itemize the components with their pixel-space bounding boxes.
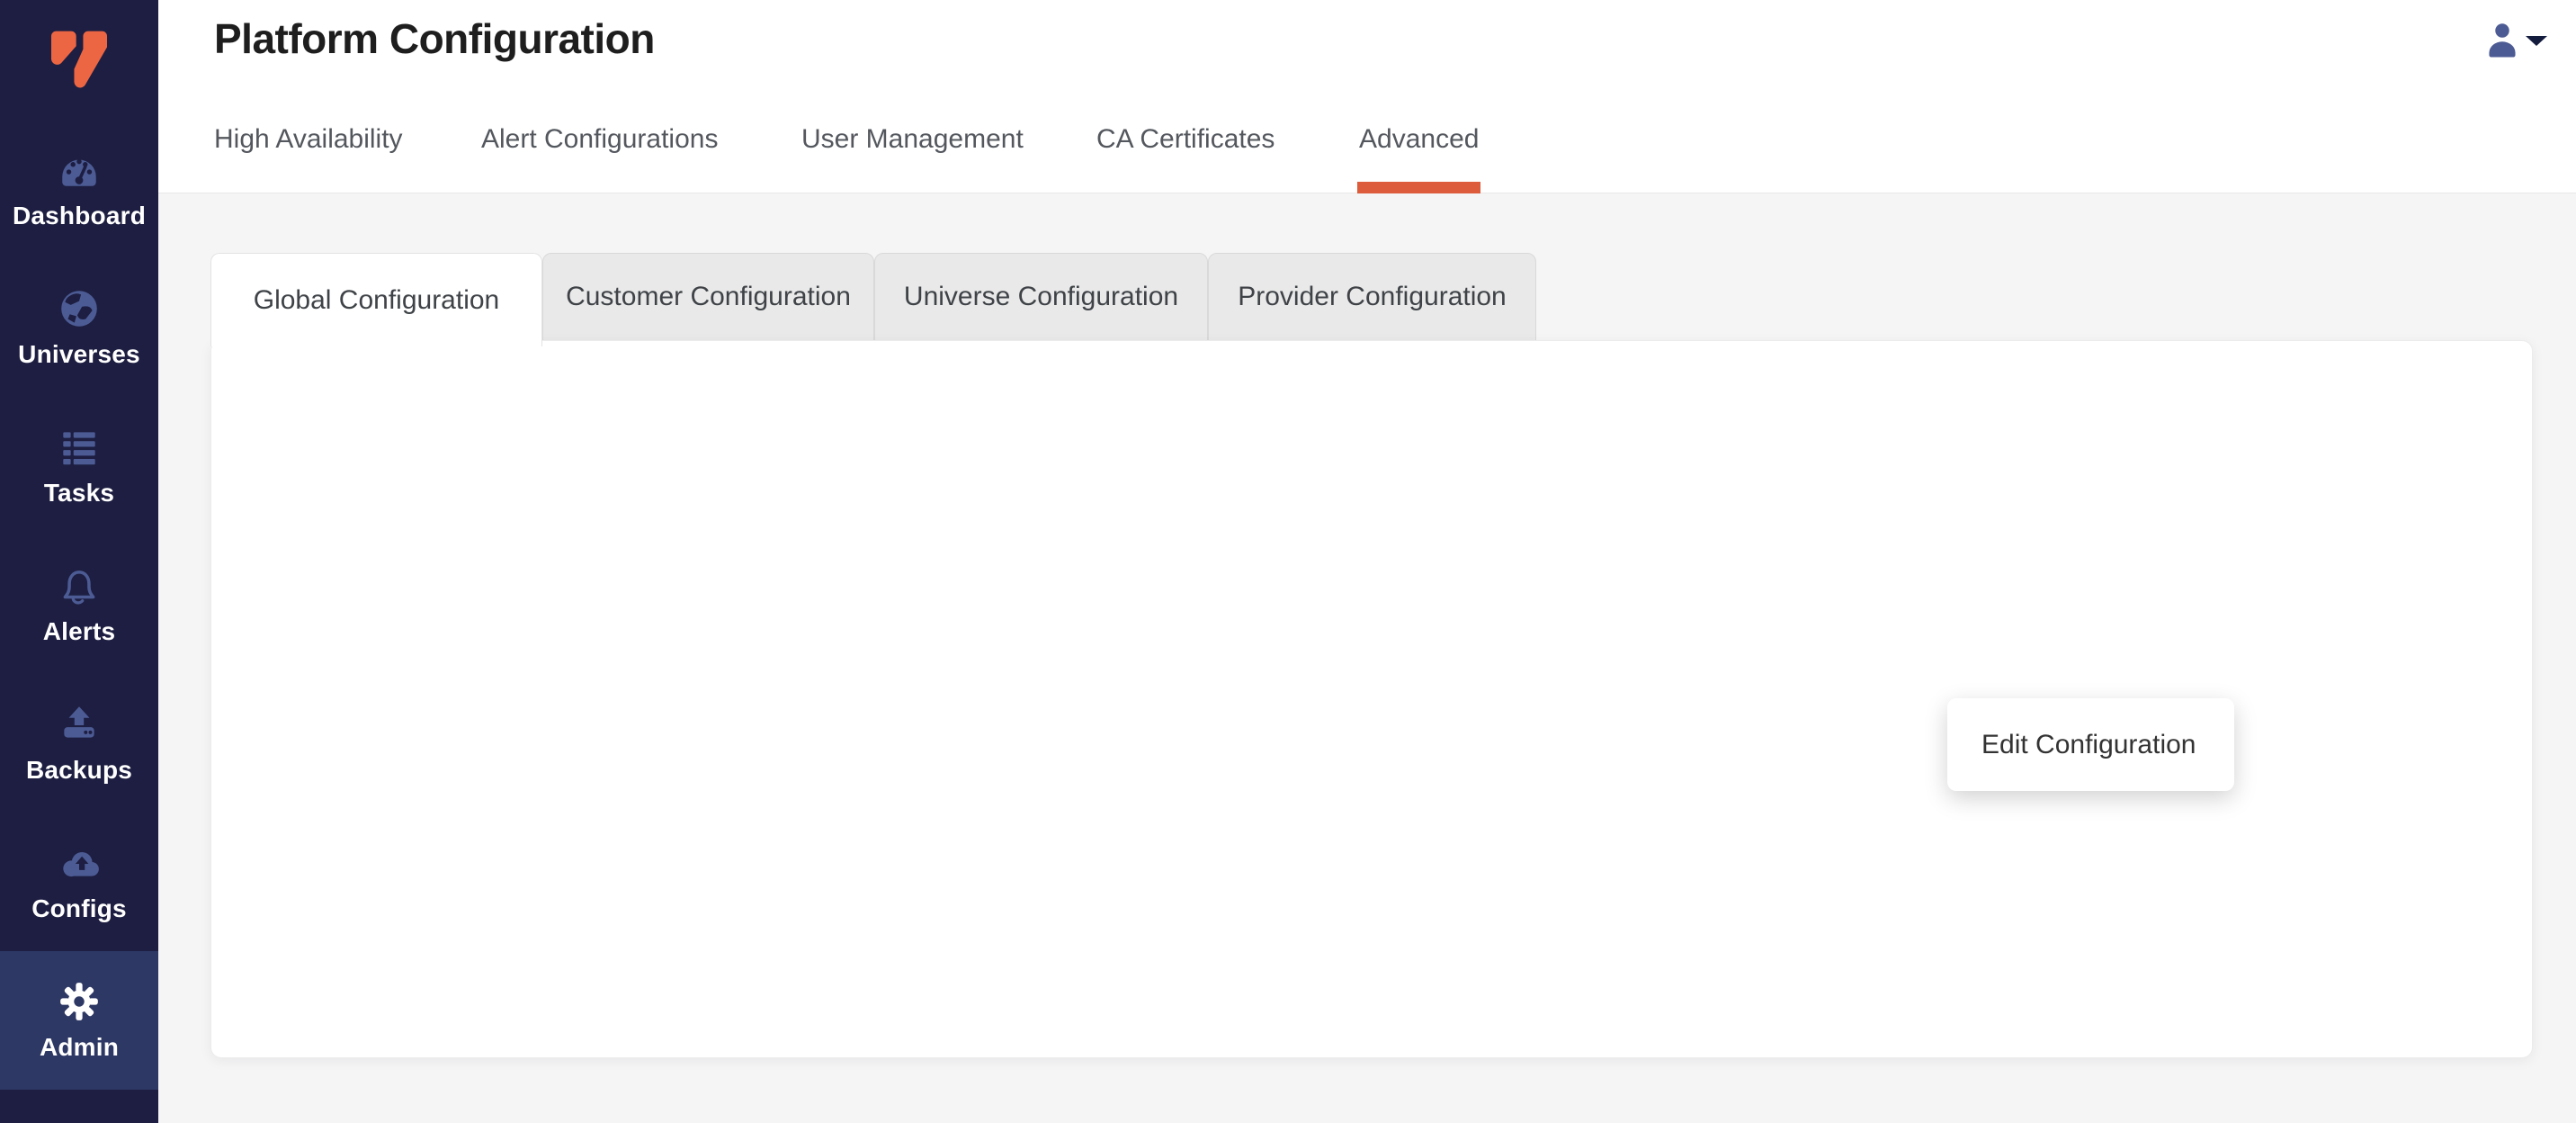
sidebar-item-label: Tasks	[44, 479, 114, 508]
sidebar-item-label: Backups	[26, 756, 132, 785]
tab-user-management[interactable]: User Management	[801, 124, 1024, 193]
user-menu-caret-icon	[2526, 36, 2547, 46]
sidebar-item-dashboard[interactable]: Dashboard	[0, 120, 158, 258]
tasks-list-icon	[57, 425, 102, 470]
tab-advanced[interactable]: Advanced	[1359, 124, 1479, 193]
yugabyte-logo[interactable]	[0, 13, 158, 112]
content-area: Global Configuration Customer Configurat…	[158, 194, 2576, 1123]
tab-customer-configuration[interactable]: Customer Configuration	[542, 253, 874, 341]
tab-ca-certificates[interactable]: CA Certificates	[1096, 124, 1275, 193]
sidebar-item-tasks[interactable]: Tasks	[0, 397, 158, 535]
sidebar-item-configs[interactable]: Configs	[0, 813, 158, 951]
alerts-bell-icon	[57, 563, 102, 608]
actions-dropdown-menu: Edit Configuration	[1947, 698, 2234, 791]
dashboard-gauge-icon	[57, 148, 102, 193]
sidebar-item-label: Alerts	[43, 617, 116, 646]
configs-cloud-upload-icon	[57, 840, 102, 885]
page-title: Platform Configuration	[214, 14, 655, 63]
top-header: Platform Configuration High Availability…	[158, 0, 2576, 193]
menu-item-edit-configuration[interactable]: Edit Configuration	[1947, 730, 2234, 760]
backups-upload-icon	[57, 702, 102, 747]
tab-alert-configurations[interactable]: Alert Configurations	[481, 124, 718, 193]
sidebar-item-label: Admin	[40, 1033, 119, 1062]
user-avatar-icon	[2484, 20, 2520, 59]
sidebar-item-label: Dashboard	[13, 202, 146, 230]
user-menu[interactable]	[2461, 18, 2560, 72]
platform-configuration-page: { "colors": { "brand_orange": "#ED6643",…	[0, 0, 2576, 1123]
tab-high-availability[interactable]: High Availability	[214, 124, 403, 193]
sidebar-item-alerts[interactable]: Alerts	[0, 535, 158, 674]
tab-provider-configuration[interactable]: Provider Configuration	[1208, 253, 1536, 341]
yugabyte-logo-icon	[43, 25, 115, 99]
tab-universe-configuration[interactable]: Universe Configuration	[874, 253, 1208, 341]
sidebar-item-label: Configs	[31, 894, 127, 923]
universes-globe-icon	[57, 286, 102, 331]
tab-global-configuration[interactable]: Global Configuration	[210, 253, 542, 346]
sidebar-nav: Dashboard Universes Tasks	[0, 120, 158, 1090]
admin-gear-icon	[57, 979, 102, 1024]
sidebar: Dashboard Universes Tasks	[0, 0, 158, 1123]
sidebar-item-label: Universes	[18, 340, 140, 369]
sidebar-item-universes[interactable]: Universes	[0, 258, 158, 397]
sidebar-item-admin[interactable]: Admin	[0, 951, 158, 1090]
sidebar-item-backups[interactable]: Backups	[0, 674, 158, 813]
